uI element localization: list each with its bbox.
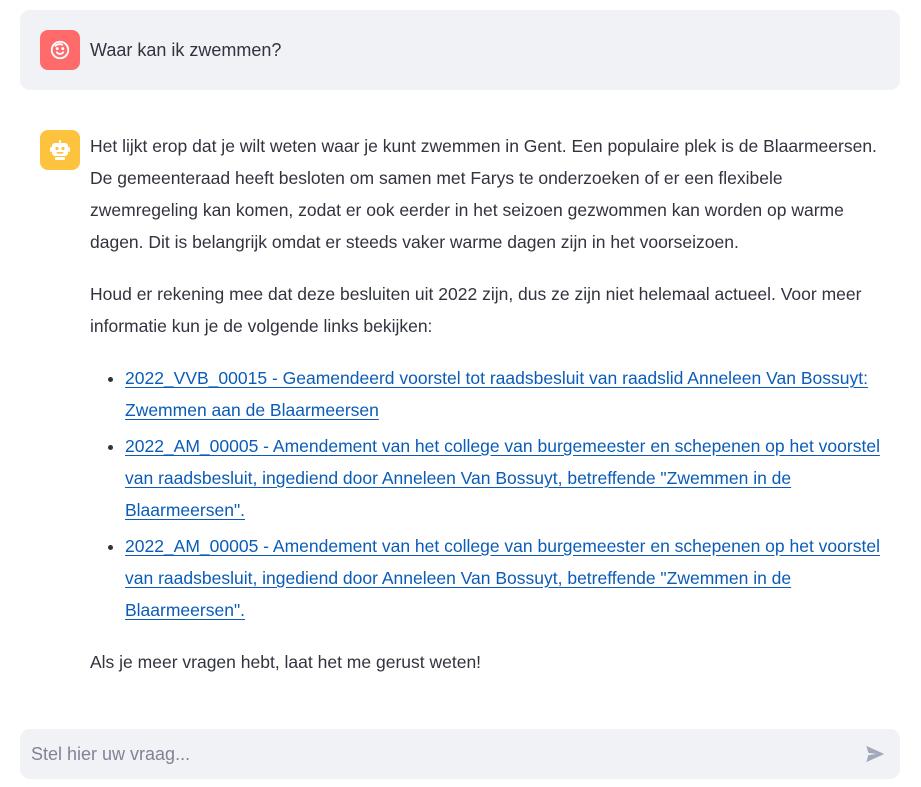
user-message: Waar kan ik zwemmen?: [20, 10, 900, 90]
source-link[interactable]: 2022_AM_00005 - Amendement van het colle…: [125, 536, 880, 620]
robot-icon: [50, 140, 70, 160]
assistant-avatar: [40, 130, 80, 170]
assistant-paragraph: Houd er rekening mee dat deze besluiten …: [90, 284, 862, 336]
assistant-message-body: Het lijkt erop dat je wilt weten waar je…: [90, 130, 890, 698]
assistant-paragraph: Het lijkt erop dat je wilt weten waar je…: [90, 136, 877, 252]
chat-input-bar: [20, 729, 900, 779]
send-button[interactable]: [862, 741, 888, 767]
chat-input[interactable]: [20, 729, 840, 779]
list-item: 2022_AM_00005 - Amendement van het colle…: [125, 430, 890, 526]
list-item: 2022_AM_00005 - Amendement van het colle…: [125, 530, 890, 626]
user-avatar: [40, 30, 80, 70]
source-links-list: 2022_VVB_00015 - Geamendeerd voorstel to…: [90, 362, 890, 626]
source-link[interactable]: 2022_AM_00005 - Amendement van het colle…: [125, 436, 880, 520]
smiley-face-icon: [50, 40, 70, 60]
list-item: 2022_VVB_00015 - Geamendeerd voorstel to…: [125, 362, 890, 426]
assistant-closing: Als je meer vragen hebt, laat het me ger…: [90, 652, 482, 672]
user-message-text: Waar kan ik zwemmen?: [90, 40, 282, 60]
source-link[interactable]: 2022_VVB_00015 - Geamendeerd voorstel to…: [125, 368, 868, 420]
send-icon: [866, 745, 885, 763]
